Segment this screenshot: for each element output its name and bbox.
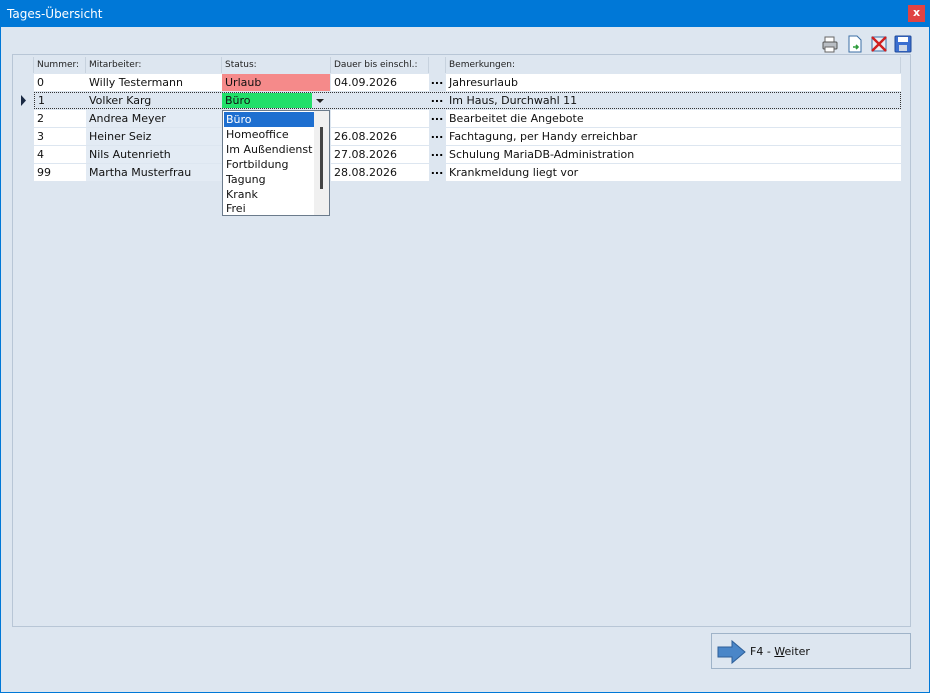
weiter-button-label: F4 - Weiter [750, 645, 810, 658]
export-icon[interactable] [846, 35, 864, 53]
cell-dauer[interactable] [331, 110, 429, 127]
dropdown-option[interactable]: Krank [224, 187, 314, 202]
arrow-right-icon [717, 639, 747, 670]
printer-icon[interactable] [821, 35, 839, 53]
cell-dauer[interactable]: 26.08.2026 [331, 128, 429, 145]
header-mitarbeiter: Mitarbeiter: [86, 57, 222, 73]
window-title: Tages-Übersicht [7, 7, 103, 21]
cell-nummer[interactable]: 2 [34, 110, 86, 127]
close-button[interactable]: x [908, 5, 925, 22]
row-selector[interactable] [13, 164, 33, 181]
cell-nummer[interactable]: 3 [34, 128, 86, 145]
weiter-rest: eiter [784, 645, 810, 658]
status-dropdown-list: Büro Homeoffice Im Außendienst Fortbildu… [222, 110, 330, 216]
cell-nummer[interactable]: 1 [35, 93, 86, 108]
dropdown-scrollbar[interactable] [314, 111, 329, 215]
row-selector[interactable] [13, 146, 33, 163]
cell-status[interactable]: Urlaub [222, 74, 330, 91]
dropdown-option[interactable]: Tagung [224, 172, 314, 187]
cell-dauer[interactable] [331, 93, 429, 108]
cell-dauer[interactable]: 04.09.2026 [331, 74, 429, 91]
more-button[interactable]: ... [429, 146, 445, 163]
chevron-down-icon[interactable] [312, 93, 328, 108]
header-bemerkungen: Bemerkungen: [446, 57, 901, 73]
more-button[interactable]: ... [429, 110, 445, 127]
weiter-button[interactable]: F4 - Weiter [711, 633, 911, 669]
weiter-prefix: F4 - [750, 645, 775, 658]
header-nummer: Nummer: [34, 57, 86, 73]
title-bar: Tages-Übersicht x [1, 1, 929, 27]
cell-mitarbeiter[interactable]: Willy Testermann [86, 74, 222, 91]
row-selector[interactable] [13, 128, 33, 145]
cell-nummer[interactable]: 0 [34, 74, 86, 91]
more-button[interactable]: ... [429, 92, 445, 109]
delete-icon[interactable] [870, 35, 888, 53]
scrollbar-thumb[interactable] [320, 127, 323, 189]
cell-mitarbeiter[interactable]: Nils Autenrieth [86, 146, 222, 163]
weiter-accesskey: W [774, 645, 785, 658]
cell-dauer[interactable]: 27.08.2026 [331, 146, 429, 163]
cell-bemerkungen[interactable]: Krankmeldung liegt vor [446, 164, 901, 181]
cell-bemerkungen[interactable]: Jahresurlaub [446, 74, 901, 91]
more-button[interactable]: ... [429, 164, 445, 181]
cell-nummer[interactable]: 4 [34, 146, 86, 163]
header-status: Status: [222, 57, 331, 73]
status-combobox[interactable]: Büro [222, 93, 312, 108]
row-selector-current[interactable] [13, 92, 33, 109]
dropdown-option[interactable]: Homeoffice [224, 127, 314, 142]
dropdown-option[interactable]: Fortbildung [224, 157, 314, 172]
more-button[interactable]: ... [429, 128, 445, 145]
row-selector[interactable] [13, 74, 33, 91]
dropdown-option[interactable]: Frei [224, 202, 314, 215]
cell-mitarbeiter[interactable]: Andrea Meyer [86, 110, 222, 127]
cell-bemerkungen[interactable]: Fachtagung, per Handy erreichbar [446, 128, 901, 145]
cell-dauer[interactable]: 28.08.2026 [331, 164, 429, 181]
dropdown-option[interactable]: Im Außendienst [224, 142, 314, 157]
cell-mitarbeiter[interactable]: Volker Karg [86, 93, 222, 108]
cell-mitarbeiter[interactable]: Heiner Seiz [86, 128, 222, 145]
cell-bemerkungen[interactable]: Schulung MariaDB-Administration [446, 146, 901, 163]
more-button[interactable]: ... [429, 74, 445, 91]
header-dauer: Dauer bis einschl.: [331, 57, 429, 73]
save-icon[interactable] [894, 35, 912, 53]
cell-bemerkungen[interactable]: Bearbeitet die Angebote [446, 110, 901, 127]
cell-nummer[interactable]: 99 [34, 164, 86, 181]
dropdown-option-selected[interactable]: Büro [224, 112, 314, 127]
header-selector [13, 57, 34, 73]
header-more [429, 57, 446, 73]
main-window: Tages-Übersicht x Nummer: Mitarbeiter: S… [0, 0, 930, 693]
row-selector[interactable] [13, 110, 33, 127]
cell-mitarbeiter[interactable]: Martha Musterfrau [86, 164, 222, 181]
cell-bemerkungen[interactable]: Im Haus, Durchwahl 11 [446, 93, 900, 108]
